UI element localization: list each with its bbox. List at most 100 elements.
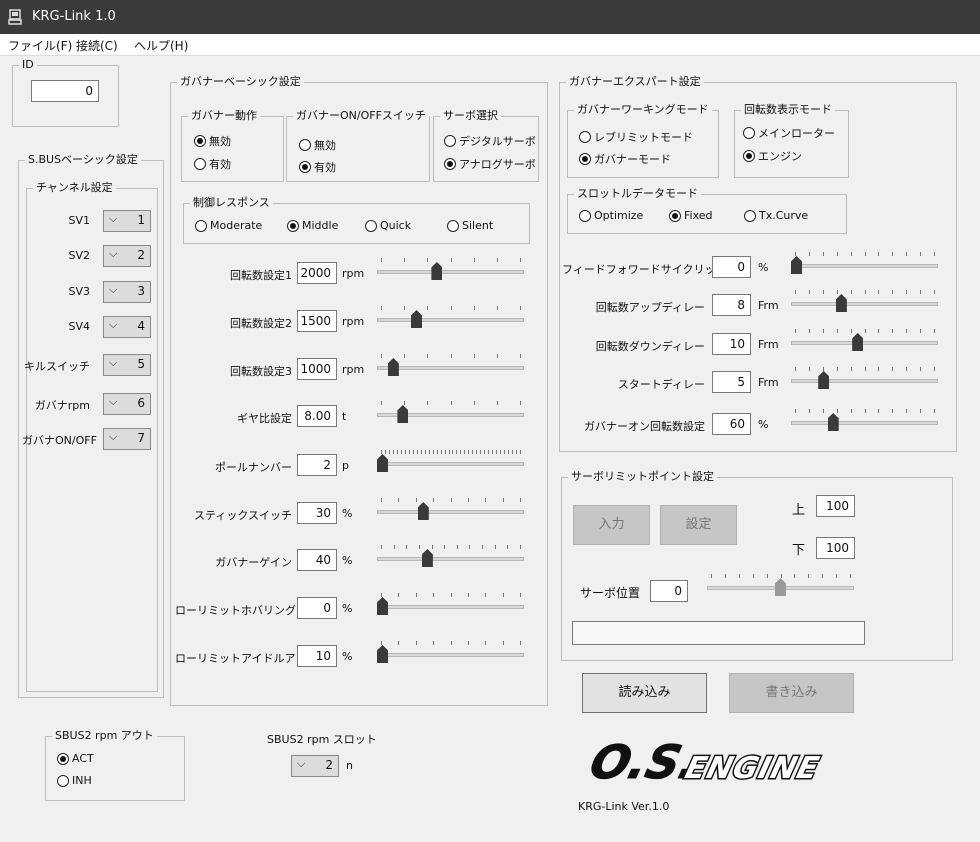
- slider-thumb[interactable]: [387, 358, 399, 376]
- param-value-field[interactable]: 2: [297, 454, 337, 476]
- upper-limit-field[interactable]: 100: [816, 495, 855, 517]
- sbus2-inh-radio[interactable]: INH: [57, 774, 92, 787]
- slider-tick: [920, 290, 922, 294]
- write-button[interactable]: 書き込み: [729, 673, 854, 713]
- id-field[interactable]: 0: [31, 80, 99, 102]
- servo-input-button[interactable]: 入力: [573, 505, 650, 545]
- engine-radio[interactable]: エンジン: [743, 148, 802, 164]
- channel-combo[interactable]: ⌵ 7: [103, 428, 151, 450]
- expert-param-value-field[interactable]: 10: [712, 333, 751, 355]
- param-slider[interactable]: [377, 543, 524, 567]
- response-moderate-radio[interactable]: Moderate: [195, 219, 262, 232]
- main-rotor-radio[interactable]: メインローター: [743, 125, 835, 141]
- channel-combo[interactable]: ⌵ 3: [103, 281, 151, 303]
- sbus2-slot-combo[interactable]: ⌵ 2: [291, 755, 339, 777]
- param-value-field[interactable]: 1500: [297, 310, 337, 332]
- rev-limit-mode-radio[interactable]: レブリミットモード: [579, 129, 693, 145]
- slider-tick: [850, 290, 852, 294]
- slider-thumb[interactable]: [411, 310, 422, 328]
- param-slider[interactable]: [377, 591, 524, 615]
- lower-limit-field[interactable]: 100: [816, 537, 855, 559]
- servo-position-field[interactable]: 0: [650, 580, 688, 602]
- slider-thumb[interactable]: [818, 371, 830, 389]
- slider-thumb[interactable]: [421, 549, 433, 567]
- governor-action-off-radio[interactable]: 無効: [194, 133, 231, 149]
- slider-thumb[interactable]: [835, 294, 847, 312]
- slider-tick: [808, 329, 810, 333]
- menu-file[interactable]: ファイル(F): [8, 37, 72, 54]
- channel-combo[interactable]: ⌵ 4: [103, 316, 151, 338]
- servo-set-button[interactable]: 設定: [660, 505, 737, 545]
- expert-param-value-field[interactable]: 0: [712, 256, 751, 278]
- channel-combo[interactable]: ⌵ 6: [103, 393, 151, 415]
- param-slider[interactable]: [377, 639, 524, 663]
- param-slider[interactable]: [377, 399, 524, 423]
- channel-value: 3: [137, 284, 145, 298]
- servo-position-label: サーボ位置: [580, 586, 641, 600]
- slider-thumb[interactable]: [431, 262, 443, 280]
- param-value-field[interactable]: 10: [297, 645, 337, 667]
- expert-param-slider[interactable]: [791, 288, 938, 312]
- channel-combo[interactable]: ⌵ 1: [103, 210, 151, 232]
- governor-mode-radio[interactable]: ガバナーモード: [579, 151, 671, 167]
- throttle-fixed-radio[interactable]: Fixed: [669, 209, 713, 222]
- governor-switch-off-radio[interactable]: 無効: [299, 137, 336, 153]
- slider-thumb[interactable]: [377, 645, 388, 663]
- channel-combo[interactable]: ⌵ 2: [103, 245, 151, 267]
- slider-thumb[interactable]: [377, 454, 388, 472]
- expert-param-value-field[interactable]: 60: [712, 413, 751, 435]
- menu-connect[interactable]: 接続(C): [76, 37, 118, 54]
- throttle-txcurve-radio[interactable]: Tx.Curve: [744, 209, 808, 222]
- menu-help[interactable]: ヘルプ(H): [134, 37, 188, 54]
- expert-param-slider[interactable]: [791, 407, 938, 431]
- param-slider[interactable]: [377, 496, 524, 520]
- servo-digital-radio[interactable]: デジタルサーボ: [444, 133, 536, 149]
- throttle-optimize-radio[interactable]: Optimize: [579, 209, 643, 222]
- expert-param-slider[interactable]: [791, 250, 938, 274]
- read-button[interactable]: 読み込み: [582, 673, 707, 713]
- param-value-field[interactable]: 0: [297, 597, 337, 619]
- slider-tick: [485, 593, 487, 597]
- slider-tick: [485, 641, 487, 645]
- servo-analog-radio[interactable]: アナログサーボ: [444, 156, 536, 172]
- expert-param-slider[interactable]: [791, 365, 938, 389]
- response-group: 制御レスポンス Moderate Middle Quick Silent: [183, 196, 530, 244]
- param-value-field[interactable]: 8.00: [297, 405, 337, 427]
- sbus2-act-radio[interactable]: ACT: [57, 752, 94, 765]
- governor-switch-on-radio[interactable]: 有効: [299, 159, 336, 175]
- servo-select-title: サーボ選択: [440, 109, 501, 123]
- slider-thumb[interactable]: [791, 256, 802, 274]
- slider-tick: [934, 329, 935, 333]
- slider-tick: [494, 545, 496, 549]
- slider-tick: [836, 409, 838, 413]
- slider-thumb[interactable]: [377, 597, 388, 615]
- param-value-field[interactable]: 30: [297, 502, 337, 524]
- param-value-field[interactable]: 2000: [297, 262, 337, 284]
- param-slider[interactable]: [377, 304, 524, 328]
- slider-thumb[interactable]: [827, 413, 839, 431]
- slider-thumb[interactable]: [397, 405, 409, 423]
- expert-param-slider[interactable]: [791, 327, 938, 351]
- param-slider[interactable]: [377, 256, 524, 280]
- slider-tick: [892, 290, 894, 294]
- response-quick-radio[interactable]: Quick: [365, 219, 411, 232]
- expert-param-value-field[interactable]: 8: [712, 294, 751, 316]
- upper-limit-label: 上: [792, 503, 806, 518]
- governor-action-on-radio[interactable]: 有効: [194, 156, 231, 172]
- slider-track: [377, 605, 524, 609]
- param-slider[interactable]: [377, 352, 524, 376]
- slider-thumb[interactable]: [775, 578, 786, 596]
- slider-tick: [822, 252, 824, 256]
- param-slider[interactable]: [377, 448, 524, 472]
- param-label: ローリミットアイドルアップ: [175, 652, 318, 665]
- slider-thumb[interactable]: [417, 502, 429, 520]
- param-value-field[interactable]: 1000: [297, 358, 337, 380]
- expert-param-value-field[interactable]: 5: [712, 371, 751, 393]
- param-label: 回転数設定3: [230, 365, 292, 378]
- servo-position-slider[interactable]: [707, 572, 854, 596]
- channel-combo[interactable]: ⌵ 5: [103, 354, 151, 376]
- param-value-field[interactable]: 40: [297, 549, 337, 571]
- response-middle-radio[interactable]: Middle: [287, 219, 338, 232]
- response-silent-radio[interactable]: Silent: [447, 219, 493, 232]
- slider-thumb[interactable]: [852, 333, 864, 351]
